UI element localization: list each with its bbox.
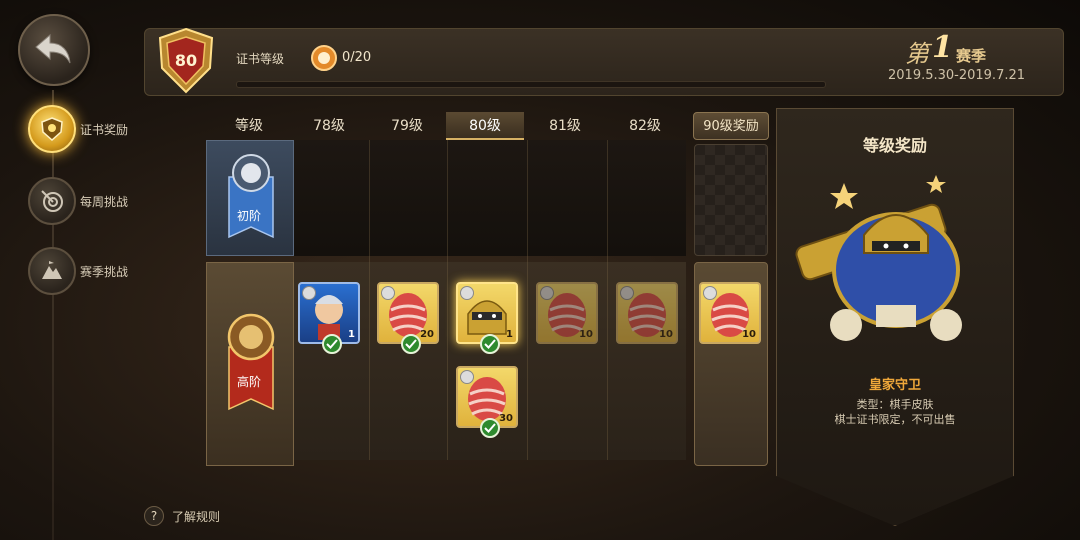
reward-item-name: 皇家守卫: [868, 378, 921, 393]
col-head-81[interactable]: 81级: [526, 112, 604, 140]
item-count: 1: [506, 329, 513, 340]
level-number: 80: [175, 51, 197, 70]
premium-tier-badge-icon: [227, 313, 275, 411]
reward-item-note: 棋士证书限定，不可出售: [834, 413, 956, 426]
nav-item-weekly-challenge[interactable]: 每周挑战: [28, 176, 158, 226]
final-reward-free-slot: [694, 144, 768, 256]
col-head-78[interactable]: 78级: [290, 112, 368, 140]
xp-value: 0/20: [342, 50, 372, 65]
reward-item-skin[interactable]: 1: [298, 282, 360, 354]
free-tier-label: 初阶: [237, 209, 262, 223]
col-head-level: 等级: [235, 118, 263, 134]
rarity-badge-icon: [381, 286, 395, 300]
panel-title: 等级奖励: [862, 136, 927, 155]
season-dates: 2019.5.30-2019.7.21: [888, 68, 1026, 83]
item-count: 10: [579, 329, 593, 340]
column-divider: [527, 140, 528, 460]
col-head-79[interactable]: 79级: [368, 112, 446, 140]
nav-label: 证书奖励: [80, 122, 129, 137]
level-column-headers: 等级 78级 79级 80级 81级 82级 90级奖励: [206, 112, 776, 140]
free-tier-banner: 初阶: [206, 140, 294, 256]
reward-item-egg[interactable]: 30: [456, 366, 518, 438]
nav-divider: [52, 90, 54, 540]
season-prefix: 第: [905, 40, 929, 68]
target-icon: [28, 177, 76, 225]
season-number: 1: [932, 30, 953, 65]
mountain-icon: [28, 247, 76, 295]
help-icon[interactable]: ?: [144, 506, 164, 526]
rules-link[interactable]: 了解规则: [172, 508, 220, 525]
col-head-90-reward[interactable]: 90级奖励: [693, 112, 769, 140]
claimed-check-icon: [480, 418, 500, 438]
certificate-level-label: 证书等级: [236, 52, 285, 66]
nav-label: 赛季挑战: [80, 264, 129, 279]
premium-tier-banner: 高阶: [206, 262, 294, 466]
rarity-badge-icon: [620, 286, 634, 300]
nav-item-season-challenge[interactable]: 赛季挑战: [28, 246, 158, 296]
item-count: 30: [499, 413, 513, 424]
column-divider: [607, 140, 608, 460]
reward-item-gold-skin[interactable]: 1: [456, 282, 518, 354]
reward-item-egg-locked[interactable]: 10: [616, 282, 678, 344]
certificate-icon: [28, 105, 76, 153]
free-tier-badge-icon: [228, 154, 274, 239]
back-button[interactable]: [18, 14, 90, 86]
claimed-check-icon: [401, 334, 421, 354]
column-divider: [447, 140, 448, 460]
item-count: 20: [420, 329, 434, 340]
reward-item-type: 类型：棋手皮肤: [856, 398, 934, 411]
item-count: 10: [659, 329, 673, 340]
col-head-82[interactable]: 82级: [606, 112, 684, 140]
premium-tier-label: 高阶: [237, 375, 262, 389]
reward-item-egg-final[interactable]: 10: [699, 282, 761, 344]
rarity-badge-icon: [460, 286, 474, 300]
back-arrow-icon: [35, 33, 71, 64]
claimed-check-icon: [480, 334, 500, 354]
season-suffix: 赛季: [956, 47, 987, 65]
col-head-80[interactable]: 80级: [446, 112, 524, 140]
nav-label: 每周挑战: [80, 194, 129, 209]
nav-item-certificate-rewards[interactable]: 证书奖励: [28, 104, 158, 154]
item-count: 1: [348, 329, 355, 340]
rarity-badge-icon: [460, 370, 474, 384]
reward-item-egg-locked[interactable]: 10: [536, 282, 598, 344]
column-divider: [369, 140, 370, 460]
rarity-badge-icon: [540, 286, 554, 300]
item-count: 10: [742, 329, 756, 340]
xp-progress-bar: [236, 81, 826, 88]
xp-badge-icon: [310, 44, 338, 72]
claimed-check-icon: [322, 334, 342, 354]
rarity-badge-icon: [302, 286, 316, 300]
level-badge: 80: [150, 26, 222, 96]
rarity-badge-icon: [703, 286, 717, 300]
royal-guard-skin-image[interactable]: [786, 165, 1006, 365]
reward-item-egg[interactable]: 20: [377, 282, 439, 354]
